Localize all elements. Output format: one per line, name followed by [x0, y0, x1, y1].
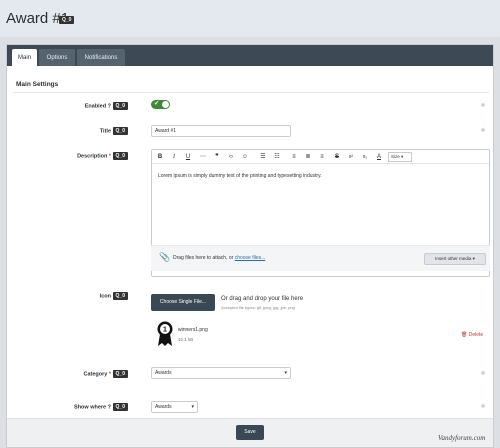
watermark: Vandyforum.com	[438, 434, 486, 442]
title-input[interactable]: Award #1	[151, 125, 291, 137]
title-label: Title Q_0	[100, 127, 128, 135]
align-left-icon[interactable]: ≡	[289, 153, 299, 161]
category-label-text: Category	[83, 371, 108, 378]
numbered-list-icon[interactable]: ☷	[272, 153, 282, 161]
enabled-label: Enabled ? Q_0	[85, 102, 128, 110]
form-footer: Save	[7, 418, 493, 447]
required-marker: *	[108, 153, 112, 160]
trash-icon: 🗑	[461, 332, 468, 338]
drop-zone-text[interactable]: Or drag and drop your file here	[221, 296, 303, 302]
settings-panel: Main Options Notifications Main Settings…	[6, 44, 494, 448]
enabled-label-text: Enabled ?	[84, 103, 112, 110]
show-where-label: Show where ? Q_0	[74, 403, 128, 411]
code-icon[interactable]: ‹›	[226, 153, 236, 161]
show-where-select[interactable]: Awards ▾	[151, 401, 198, 413]
title-label-text: Title	[99, 128, 112, 135]
underline-icon[interactable]: U	[183, 153, 193, 161]
tab-main[interactable]: Main	[12, 49, 37, 66]
title-id-badge: Q_0	[112, 127, 128, 135]
insert-media-label: Insert other media	[435, 256, 472, 261]
page-header: Award #1 Q_0	[0, 0, 500, 37]
id-badge: Q_0	[59, 16, 75, 24]
choose-file-button[interactable]: Choose Single File...	[151, 294, 215, 311]
category-id-badge: Q_0	[112, 370, 128, 378]
divider	[13, 92, 489, 93]
delete-file-button[interactable]: 🗑 Delete	[461, 332, 483, 338]
help-icon[interactable]: ✱	[479, 127, 487, 135]
icon-id-badge: Q_0	[112, 292, 128, 300]
check-icon: ✔	[154, 101, 160, 107]
attach-text: Drag files here to attach, or choose fil…	[173, 255, 265, 261]
help-icon[interactable]: ✱	[479, 370, 487, 378]
italic-icon[interactable]: I	[169, 153, 179, 161]
enabled-id-badge: Q_0	[112, 102, 128, 110]
save-button[interactable]: Save	[236, 425, 264, 440]
accepted-types: Accepted file types: gif, jpeg, jpg, jpe…	[221, 305, 295, 310]
icon-label-text: Icon	[99, 293, 112, 300]
description-id-badge: Q_0	[112, 152, 128, 160]
show-where-value: Awards	[155, 404, 172, 410]
font-size-select[interactable]: Size ▾	[388, 152, 412, 162]
editor-toolbar: B I U ⋯ ❞ ‹› ☺ ☰ ☷ ≡ ≣ ≡ S x² x₂ A Size …	[152, 150, 489, 164]
description-label-text: Description	[77, 153, 108, 160]
help-icon[interactable]: ✱	[479, 102, 487, 110]
bullet-list-icon[interactable]: ☰	[258, 153, 268, 161]
attach-bar: 📎 Drag files here to attach, or choose f…	[151, 245, 490, 271]
paperclip-icon: 📎	[159, 252, 171, 262]
strike-icon[interactable]: S	[332, 153, 342, 161]
svg-text:1: 1	[163, 327, 167, 334]
uploaded-file-name: winners1.png	[178, 327, 208, 333]
attach-instruction: Drag files here to attach, or	[173, 255, 234, 261]
chevron-down-icon: ▾	[191, 404, 194, 410]
delete-label: Delete	[468, 332, 484, 338]
choose-files-link[interactable]: choose files...	[235, 255, 266, 261]
align-right-icon[interactable]: ≡	[317, 153, 327, 161]
enabled-toggle[interactable]: ✔	[151, 100, 170, 109]
align-center-icon[interactable]: ≣	[303, 153, 313, 161]
insert-media-button[interactable]: Insert other media ▾	[424, 253, 486, 265]
award-ribbon-icon: 1	[157, 321, 173, 346]
tab-options[interactable]: Options	[39, 49, 75, 66]
section-title: Main Settings	[16, 81, 59, 88]
font-size-select-label: Size	[391, 154, 400, 159]
icon-label: Icon Q_0	[100, 292, 128, 300]
help-icon[interactable]: ✱	[479, 403, 487, 411]
description-label: Description * Q_0	[77, 152, 128, 160]
show-where-label-text: Show where ?	[74, 404, 112, 411]
page-title: Award #1 Q_0	[6, 10, 75, 27]
subscript-icon[interactable]: x₂	[360, 153, 370, 161]
tab-bar: Main Options Notifications	[7, 45, 493, 66]
smiley-icon[interactable]: ☺	[240, 153, 250, 161]
editor-content[interactable]: Lorem ipsum is simply dummy text of the …	[158, 173, 322, 179]
toggle-knob	[162, 101, 169, 108]
bold-icon[interactable]: B	[155, 153, 165, 161]
required-marker: *	[108, 371, 112, 378]
text-color-icon[interactable]: A	[374, 153, 384, 161]
uploaded-file-size: 10.1 kB	[178, 337, 194, 342]
tab-notifications[interactable]: Notifications	[77, 49, 125, 66]
category-value: Awards	[155, 370, 172, 376]
category-select[interactable]: Awards ▾	[151, 367, 291, 379]
quote-icon[interactable]: ❞	[212, 153, 222, 161]
category-label: Category * Q_0	[83, 370, 128, 378]
show-where-id-badge: Q_0	[112, 403, 128, 411]
chevron-down-icon: ▾	[284, 370, 287, 376]
strikethrough-icon[interactable]: ⋯	[198, 153, 208, 161]
superscript-icon[interactable]: x²	[346, 153, 356, 161]
